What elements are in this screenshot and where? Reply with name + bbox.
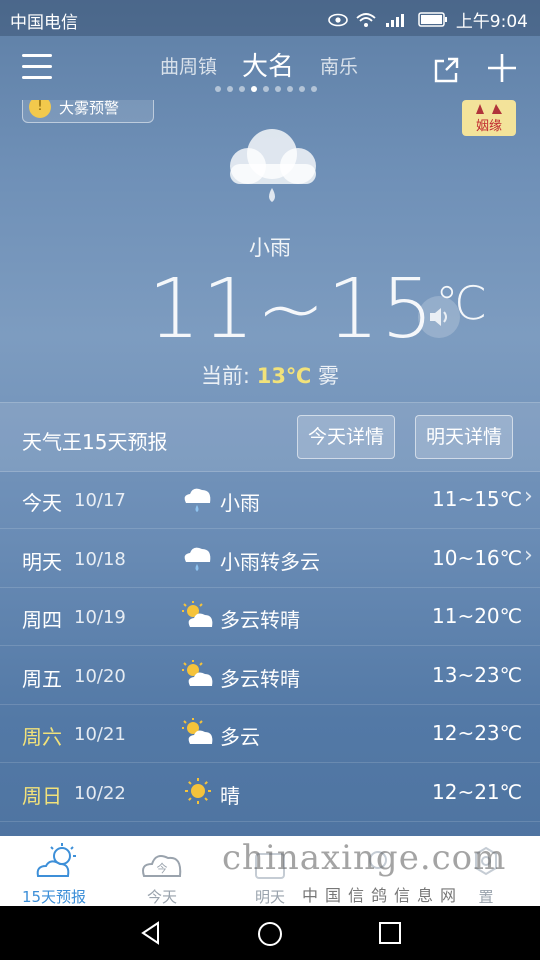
forecast-date: 10/17 [74,490,126,511]
city-tab-prev[interactable]: 曲周镇 [160,52,217,79]
system-navigation-bar [0,906,540,960]
wifi-icon [356,12,376,27]
chevron-right-icon: › [524,542,533,568]
page-dot [263,86,269,92]
signal-icon [385,13,404,27]
page-dot [215,86,221,92]
forecast-date: 10/18 [74,548,126,570]
ad-banner[interactable]: 姻缘 [462,100,516,136]
forecast-day: 周六 [22,725,62,750]
current-temperature: 13℃ [256,364,312,388]
watermark-text: chinaxinge.com [222,838,507,878]
forecast-row[interactable]: 周五 10/20 多云转晴 13~23℃ [0,646,540,705]
status-icons: 上午9:04 [328,7,528,32]
speaker-icon[interactable] [418,296,460,338]
sun-cloud-icon [36,843,76,877]
svg-text:今: 今 [157,861,168,875]
nav-label-15day: 15天预报 [21,888,87,906]
forecast-temperature: 10~16℃ [432,545,523,570]
eye-icon [328,13,348,26]
partly-cloudy-icon [180,600,216,630]
forecast-temperature: 12~21℃ [432,780,523,804]
forecast-row[interactable]: 明天 10/18 小雨转多云 10~16℃ › [0,529,540,588]
page-dot [239,86,245,92]
rain-cloud-icon [180,483,216,513]
current-label: 当前: [200,364,251,388]
nav-item-15day[interactable]: 15天预报 [0,836,108,906]
today-detail-button[interactable]: 今天详情 [297,415,396,459]
page-dot [311,86,317,92]
add-city-icon[interactable] [486,52,518,84]
tomorrow-detail-button[interactable]: 明天详情 [415,415,514,459]
fog-warning-badge[interactable]: ! 大雾预警 [22,100,154,123]
chevron-right-icon: › [524,484,533,509]
page-dot [287,86,293,92]
forecast-date: 10/22 [74,783,126,804]
forecast-row[interactable]: 周日 10/22 晴 12~21℃ [0,763,540,822]
status-bar: 中国电信 上午9:04 [0,0,540,36]
back-icon[interactable] [138,920,164,946]
forecast-row[interactable]: 周六 10/21 多云 12~23℃ [0,704,540,764]
page-dot [275,86,281,92]
forecast-day: 今天 [22,491,62,515]
forecast-header: 天气王15天预报 今天详情 明天详情 [0,402,540,472]
carrier-label: 中国电信 [10,13,78,33]
forecast-condition: 多云转晴 [220,666,300,691]
home-icon[interactable] [256,920,284,948]
forecast-temperature: 11~15℃ [432,487,523,511]
city-tab-next[interactable]: 南乐 [320,52,358,79]
forecast-condition: 晴 [220,784,240,808]
forecast-day: 周日 [22,784,62,808]
forecast-condition: 小雨 [220,491,260,515]
forecast-day: 明天 [22,549,62,574]
forecast-row[interactable]: 今天 10/17 小雨 11~15℃ › [0,470,540,529]
forecast-condition: 小雨转多云 [220,549,320,574]
ad-text: 姻缘 [476,119,502,134]
page-dot [227,86,233,92]
city-tab-current[interactable]: 大名 [242,46,294,83]
sun-icon [180,776,216,806]
forecast-temperature: 13~23℃ [432,662,523,687]
forecast-date: 10/20 [74,665,126,687]
nav-label-today: 今天 [146,888,177,906]
partly-cloudy-icon [180,659,216,689]
warning-text: 大雾预警 [59,100,120,117]
share-icon[interactable] [432,54,462,84]
temperature-range-value: 11~15 [148,262,436,357]
current-condition: 雾 [318,364,340,388]
clock-label: 上午9:04 [455,12,528,32]
watermark-subtext: 中国信鸽信息网 [302,886,464,905]
forecast-title: 天气王15天预报 [22,430,168,454]
rain-cloud-icon [180,542,216,572]
weather-condition: 小雨 [249,236,291,260]
warning-icon: ! [29,100,51,118]
forecast-condition: 多云转晴 [220,608,300,633]
page-indicator [215,86,317,92]
partly-cloudy-icon [180,717,216,747]
page-dot [251,86,257,92]
menu-icon[interactable] [22,54,52,82]
forecast-temperature: 12~23℃ [432,721,523,746]
forecast-day: 周四 [22,608,62,633]
battery-icon [418,12,447,27]
forecast-temperature: 11~20℃ [432,604,523,629]
cloud-today-icon: 今 [142,855,182,877]
nav-item-today[interactable]: 今 今天 [108,836,216,906]
forecast-date: 10/21 [74,724,126,746]
forecast-date: 10/19 [74,607,126,629]
rain-cloud-icon [230,129,316,202]
forecast-condition: 多云 [220,725,260,750]
forecast-day: 周五 [22,666,62,691]
forecast-row[interactable]: 周四 10/19 多云转晴 11~20℃ [0,587,540,647]
page-dot [299,86,305,92]
recents-icon[interactable] [378,921,402,945]
current-conditions: 当前: 13℃ 雾 [0,360,540,390]
